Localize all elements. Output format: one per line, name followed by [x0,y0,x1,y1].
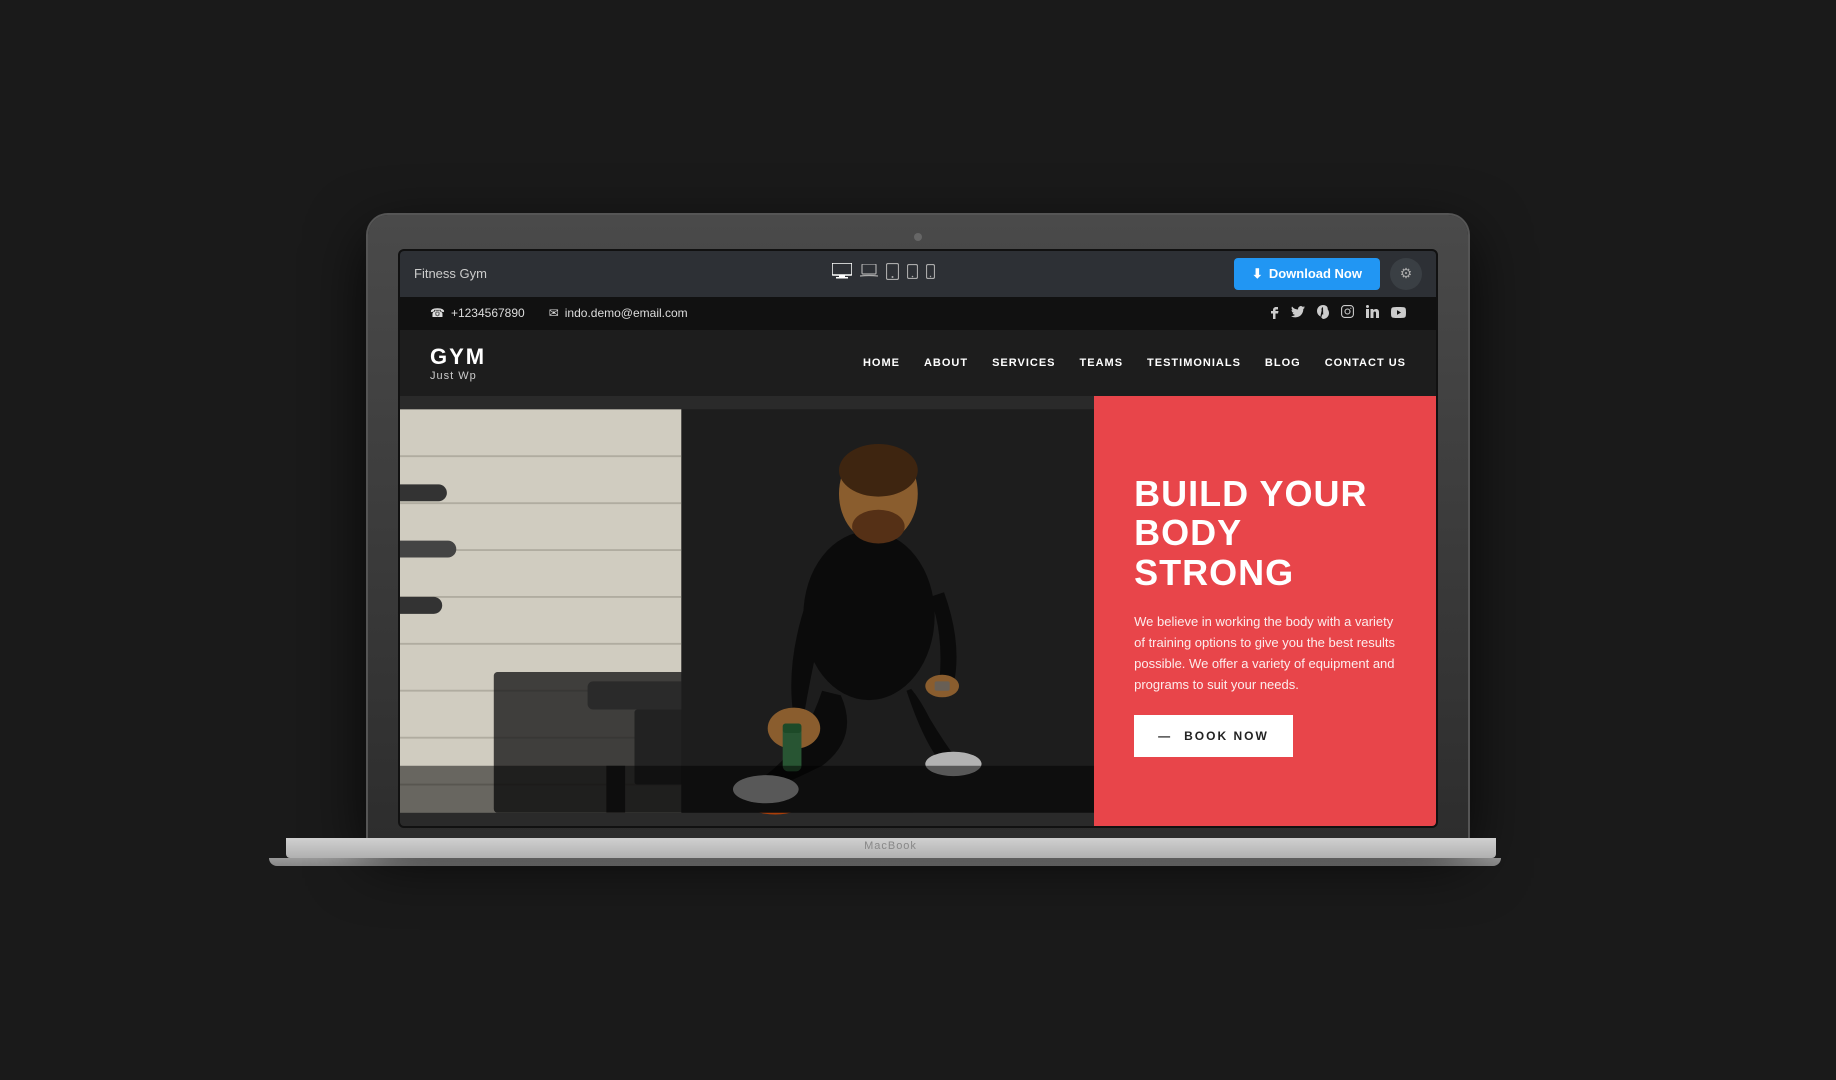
tablet-icon[interactable] [886,263,899,285]
hero-red-panel: BUILD YOUR BODY STRONG We believe in wor… [1094,396,1436,826]
site-wrapper: ☎ +1234567890 ✉ indo.demo@email.com [400,297,1436,826]
twitter-icon[interactable] [1291,306,1305,321]
macbook-screen: Fitness Gym [398,249,1438,828]
instagram-icon[interactable] [1341,305,1354,321]
youtube-icon[interactable] [1391,306,1406,321]
logo-sub: Just Wp [430,370,486,382]
settings-icon[interactable]: ⚙ [1390,258,1422,290]
hero-headline: BUILD YOUR BODY STRONG [1134,474,1396,593]
nav-home[interactable]: HOME [863,357,900,369]
nav-services[interactable]: SERVICES [992,357,1055,369]
download-label: Download Now [1269,266,1362,281]
tablet-small-icon[interactable] [907,264,918,284]
builder-title: Fitness Gym [414,266,534,281]
facebook-icon[interactable] [1271,305,1279,322]
email-address: indo.demo@email.com [565,306,688,320]
hero-description: We believe in working the body with a va… [1134,612,1396,695]
hero-headline-line1: BUILD YOUR BODY [1134,474,1396,553]
mobile-icon[interactable] [926,264,935,284]
nav-links: HOME ABOUT SERVICES TEAMS TESTIMONIALS B… [863,357,1406,369]
nav-teams[interactable]: TEAMS [1080,357,1124,369]
macbook-foot [269,858,1501,866]
site-logo: GYM Just Wp [430,344,486,382]
download-icon: ⬇ [1252,266,1263,282]
hero-section: BUILD YOUR BODY STRONG We believe in wor… [400,396,1436,826]
hero-headline-line2: STRONG [1134,553,1396,593]
phone-icon: ☎ [430,306,445,320]
contact-bar: ☎ +1234567890 ✉ indo.demo@email.com [400,297,1436,330]
book-now-button[interactable]: — BOOK NOW [1134,715,1293,757]
nav-contact[interactable]: CONTACT US [1325,357,1406,369]
pinterest-icon[interactable] [1317,305,1329,322]
nav-blog[interactable]: BLOG [1265,357,1301,369]
site-nav: GYM Just Wp HOME ABOUT SERVICES TEAMS TE… [400,330,1436,396]
book-label: BOOK NOW [1184,729,1269,743]
builder-toolbar: Fitness Gym [400,251,1436,297]
phone-contact: ☎ +1234567890 [430,306,525,320]
linkedin-icon[interactable] [1366,305,1379,321]
hero-image-svg [400,396,1094,826]
macbook-base [286,838,1496,858]
laptop-icon[interactable] [860,264,878,283]
social-icons [1271,305,1406,322]
contact-left: ☎ +1234567890 ✉ indo.demo@email.com [430,306,688,320]
macbook-camera [914,233,922,241]
hero-image [400,396,1094,826]
desktop-icon[interactable] [832,263,852,284]
download-button[interactable]: ⬇ Download Now [1234,258,1380,290]
nav-testimonials[interactable]: TESTIMONIALS [1147,357,1241,369]
nav-about[interactable]: ABOUT [924,357,968,369]
email-icon: ✉ [549,306,559,320]
device-icons [544,263,1224,285]
logo-main: GYM [430,344,486,370]
book-arrow-icon: — [1158,729,1172,743]
macbook-wrapper: Fitness Gym [368,215,1468,866]
phone-number: +1234567890 [451,306,525,320]
macbook-screen-outer: Fitness Gym [368,215,1468,838]
email-contact: ✉ indo.demo@email.com [549,306,688,320]
